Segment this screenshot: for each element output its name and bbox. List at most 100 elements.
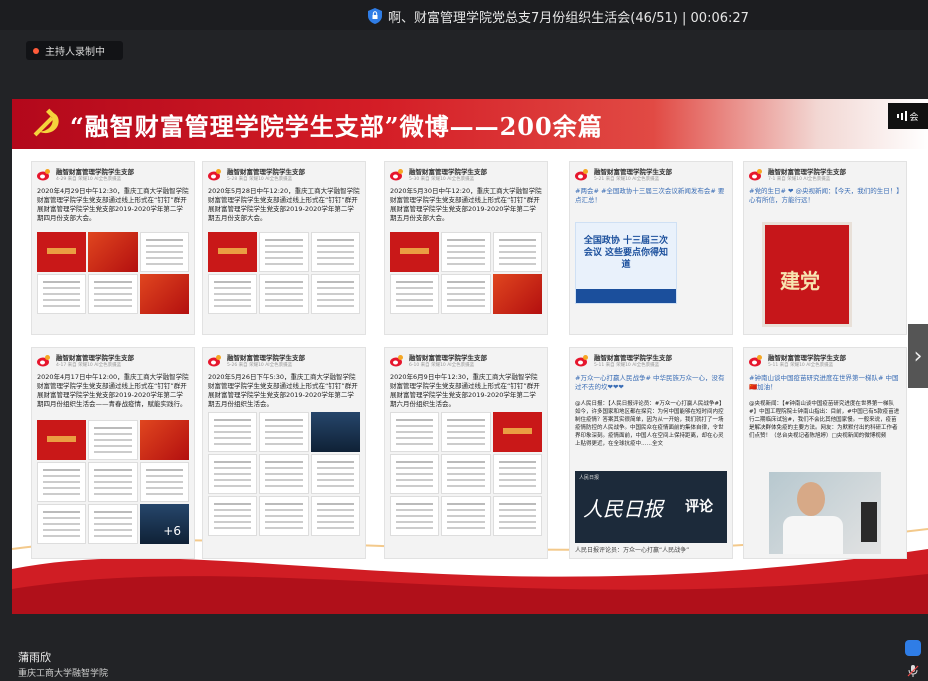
post-thumbnail[interactable] — [492, 454, 542, 494]
post-video-thumbnail[interactable] — [769, 472, 881, 554]
post-thumbnail[interactable] — [37, 504, 87, 544]
post-thumbnail[interactable] — [492, 412, 542, 452]
post-thumbnail[interactable] — [492, 232, 542, 272]
more-images-count: +6 — [163, 524, 181, 538]
post-account: 融智财富管理学院学生支部 — [594, 168, 672, 176]
post-thumbnail[interactable] — [88, 232, 138, 272]
post-thumbnail[interactable] — [310, 232, 360, 272]
post-thumbnail[interactable] — [441, 412, 491, 452]
post-quote: @人民日报：【人民日报评论员：#万众一心打赢人民战争#】如今，许多国家和地区都在… — [575, 401, 725, 447]
weibo-icon — [37, 169, 50, 181]
post-thumbnail[interactable] — [37, 420, 87, 460]
participant-bar — [0, 614, 928, 681]
post-thumbnail[interactable] — [310, 496, 360, 536]
post-meta: 6-10 来自 荣耀10 AI全色景摄蓝 — [409, 363, 475, 368]
post-image-grid: +6 — [37, 420, 189, 544]
shared-screen-slide: “融智财富管理学院学生支部”微博——200余篇 会 融智财富管理学院学生支部 4… — [12, 99, 928, 614]
post-thumbnail[interactable] — [208, 454, 258, 494]
post-meta: 5-26 来自 荣耀10 AI全色景摄蓝 — [227, 363, 293, 368]
post-text: #钟南山谈中国疫苗研究进度在世界第一梯队# 中国🇨🇳加油！ — [749, 374, 899, 391]
post-thumbnail[interactable] — [139, 420, 189, 460]
weibo-post-card[interactable]: 融智财富管理学院学生支部 5-26 来自 荣耀10 AI全色景摄蓝 2020年5… — [202, 347, 366, 559]
news-caption: 人民日报评论员：万众一心打赢“人民战争” — [575, 547, 690, 554]
recording-dot-icon — [33, 47, 39, 54]
post-thumbnail[interactable] — [139, 462, 189, 502]
post-thumbnail[interactable] — [88, 462, 138, 502]
post-thumbnail[interactable] — [208, 496, 258, 536]
post-thumbnail[interactable] — [208, 412, 258, 452]
weibo-icon — [208, 355, 221, 367]
recording-indicator[interactable]: 主持人录制中 — [26, 41, 123, 60]
weibo-post-card[interactable]: 融智财富管理学院学生支部 5-28 来自 荣耀10 AI全色景摄蓝 2020年5… — [202, 161, 366, 335]
post-thumbnail[interactable] — [88, 274, 138, 314]
post-meta: 5-30 来自 荣耀10 AI全色景摄蓝 — [409, 177, 475, 182]
post-text: 2020年5月30日中午12:20，重庆工商大学融智学院财富管理学院学生党支部通… — [390, 187, 542, 222]
post-news-image[interactable]: 人民日报 人民日报 评论 — [575, 471, 727, 543]
post-thumbnail[interactable] — [259, 412, 309, 452]
weibo-post-card[interactable]: 融智财富管理学院学生支部 5-11 来自 荣耀10 AI全色景摄蓝 #钟南山谈中… — [743, 347, 907, 559]
post-meta: 4-29 来自 荣耀10 AI全色景摄蓝 — [56, 177, 122, 182]
post-thumbnail[interactable] — [37, 462, 87, 502]
post-thumbnail[interactable] — [390, 496, 440, 536]
post-thumbnail[interactable] — [259, 496, 309, 536]
post-thumbnail[interactable] — [259, 274, 309, 314]
post-account: 融智财富管理学院学生支部 — [227, 354, 305, 362]
post-thumbnail[interactable] — [37, 232, 87, 272]
weibo-post-card[interactable]: 融智财富管理学院学生支部 7-1 来自 荣耀10 AI全色景摄蓝 #党的生日# … — [743, 161, 907, 335]
weibo-post-card[interactable]: 融智财富管理学院学生支部 4-17 来自 荣耀10 AI全色景摄蓝 2020年4… — [31, 347, 195, 559]
post-thumbnail[interactable] — [390, 232, 440, 272]
post-thumbnail[interactable] — [259, 454, 309, 494]
weibo-icon — [749, 355, 762, 367]
post-thumbnail[interactable] — [139, 274, 189, 314]
post-thumbnail[interactable] — [310, 412, 360, 452]
shield-lock-icon[interactable] — [368, 8, 382, 24]
post-image-grid — [37, 232, 189, 314]
post-thumbnail[interactable] — [208, 232, 258, 272]
post-image-grid — [208, 232, 360, 314]
chat-icon[interactable] — [905, 640, 921, 656]
post-thumbnail[interactable] — [390, 454, 440, 494]
post-account: 融智财富管理学院学生支部 — [227, 168, 305, 176]
post-thumbnail[interactable] — [441, 454, 491, 494]
post-thumbnail[interactable] — [441, 274, 491, 314]
post-image-grid — [390, 232, 542, 314]
weibo-post-card[interactable]: 融智财富管理学院学生支部 5-21 来自 荣耀10 AI全色景摄蓝 #两会# #… — [569, 161, 733, 335]
weibo-post-card[interactable]: 融智财富管理学院学生支部 4-29 来自 荣耀10 AI全色景摄蓝 2020年4… — [31, 161, 195, 335]
post-meta: 4-17 来自 荣耀10 AI全色景摄蓝 — [56, 363, 122, 368]
post-thumbnail[interactable] — [139, 232, 189, 272]
post-text: 2020年4月29日中午12:30，重庆工商大学融智学院财富管理学院学生党支部通… — [37, 187, 189, 222]
mic-off-icon[interactable] — [907, 664, 919, 678]
meeting-title-text: 啊、财富管理学院党总支7月份组织生活会(46/51) | 00:06:27 — [388, 10, 749, 26]
post-image-grid — [390, 412, 542, 536]
post-thumbnail[interactable] — [88, 420, 138, 460]
post-thumbnail[interactable] — [259, 232, 309, 272]
post-meta: 5-11 来自 荣耀10 AI全色景摄蓝 — [594, 363, 660, 368]
post-text: #两会# #全国政协十三届三次会议新闻发布会# 要点汇总！ — [575, 187, 725, 204]
post-thumbnail[interactable] — [208, 274, 258, 314]
post-account: 融智财富管理学院学生支部 — [594, 354, 672, 362]
slide-banner: “融智财富管理学院学生支部”微博——200余篇 会 — [12, 99, 928, 149]
weibo-post-card[interactable]: 融智财富管理学院学生支部 5-30 来自 荣耀10 AI全色景摄蓝 2020年5… — [384, 161, 548, 335]
post-thumbnail[interactable] — [492, 274, 542, 314]
post-book-image[interactable]: 建党 — [762, 222, 852, 327]
post-thumbnail[interactable]: +6 — [139, 504, 189, 544]
post-text: 2020年5月26日下午5:30，重庆工商大学融智学院财富管理学院学生党支部通过… — [208, 373, 358, 408]
post-text: 2020年4月17日中午12:00，重庆工商大学融智学院财富管理学院学生党支部通… — [37, 373, 189, 408]
post-thumbnail[interactable] — [310, 274, 360, 314]
post-thumbnail[interactable] — [37, 274, 87, 314]
post-meta: 7-1 来自 荣耀10 AI全色景摄蓝 — [768, 177, 831, 182]
post-thumbnail[interactable] — [390, 274, 440, 314]
post-thumbnail[interactable] — [441, 232, 491, 272]
weibo-post-card[interactable]: 融智财富管理学院学生支部 5-11 来自 荣耀10 AI全色景摄蓝 #万众一心打… — [569, 347, 733, 559]
chevron-right-icon[interactable]: › — [908, 324, 928, 388]
post-thumbnail[interactable] — [492, 496, 542, 536]
weibo-icon — [575, 169, 588, 181]
post-promo-image[interactable]: 全国政协 十三届三次会议 这些要点你得知道 — [575, 222, 677, 304]
post-thumbnail[interactable] — [88, 504, 138, 544]
post-thumbnail[interactable] — [390, 412, 440, 452]
weibo-post-card[interactable]: 融智财富管理学院学生支部 6-10 来自 荣耀10 AI全色景摄蓝 2020年6… — [384, 347, 548, 559]
party-emblem-icon — [33, 108, 59, 137]
post-thumbnail[interactable] — [310, 454, 360, 494]
meeting-title-bar: 啊、财富管理学院党总支7月份组织生活会(46/51) | 00:06:27 — [0, 0, 928, 30]
post-thumbnail[interactable] — [441, 496, 491, 536]
